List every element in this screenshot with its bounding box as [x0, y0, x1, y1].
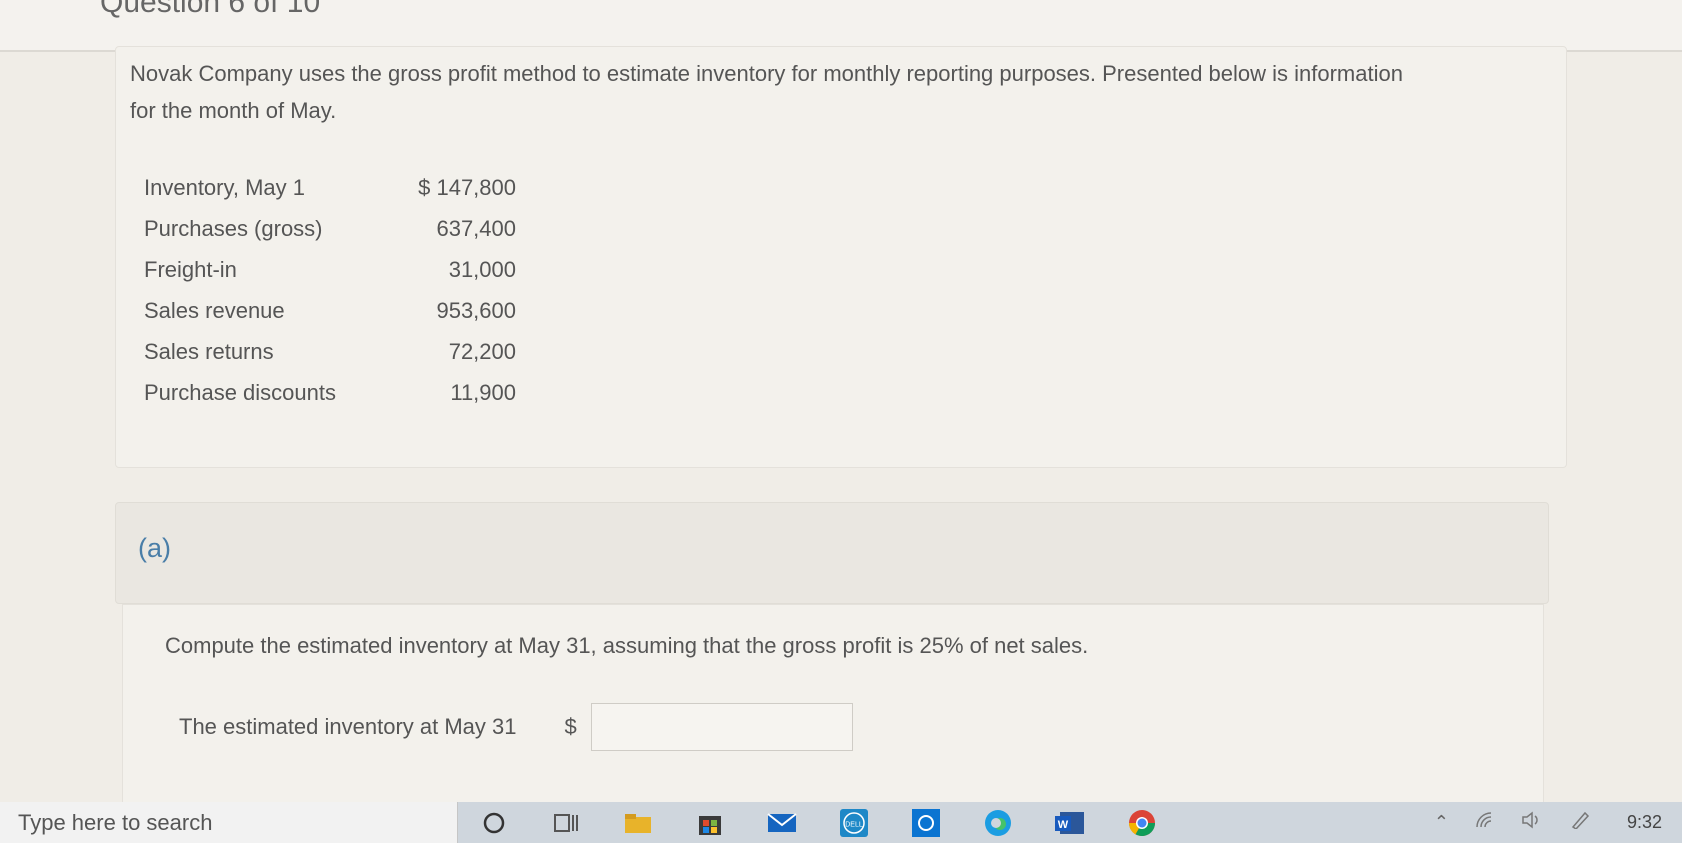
wifi-icon[interactable]: [1475, 811, 1495, 834]
row-label: Sales revenue: [144, 297, 285, 323]
problem-statement: Novak Company uses the gross profit meth…: [130, 61, 1403, 123]
row-label: Purchases (gross): [144, 215, 323, 241]
volume-icon[interactable]: [1521, 811, 1543, 834]
row-value: 637,400: [436, 215, 516, 241]
taskbar-search-placeholder: Type here to search: [18, 809, 213, 835]
table-row: Purchase discounts 11,900: [144, 372, 516, 413]
store-icon[interactable]: [694, 809, 726, 837]
row-label: Sales returns: [144, 338, 274, 364]
estimated-inventory-input[interactable]: [590, 703, 853, 751]
part-a-header: (a): [115, 502, 1549, 604]
question-header-bar: Question 6 of 10: [0, 0, 1682, 52]
table-row: Sales revenue 953,600: [144, 290, 516, 331]
dell-icon[interactable]: DELL: [838, 808, 870, 837]
taskbar: Type here to search DELL W ⌃ 9:32: [0, 802, 1682, 843]
part-a-body: Compute the estimated inventory at May 3…: [122, 604, 1544, 806]
chevron-up-icon[interactable]: ⌃: [1434, 812, 1449, 833]
mail-icon[interactable]: [766, 809, 798, 837]
answer-row: The estimated inventory at May 31 $: [179, 701, 853, 753]
row-value: 31,000: [448, 256, 516, 282]
row-value: 72,200: [448, 338, 516, 364]
cortana-app-icon[interactable]: [910, 808, 942, 837]
taskbar-search-box[interactable]: Type here to search: [0, 802, 458, 843]
word-icon[interactable]: W: [1054, 809, 1086, 837]
dell-icon-text: DELL: [845, 821, 863, 828]
file-explorer-icon[interactable]: [622, 809, 654, 837]
table-row: Inventory, May 1 $ 147,800: [144, 167, 516, 208]
row-value: 953,600: [436, 297, 516, 323]
pen-icon[interactable]: [1569, 811, 1591, 834]
system-tray: ⌃ 9:32: [1434, 811, 1682, 834]
table-row: Sales returns 72,200: [144, 331, 516, 372]
cortana-icon[interactable]: [478, 809, 510, 837]
taskbar-clock: 9:32: [1626, 812, 1662, 832]
chrome-icon[interactable]: [1126, 809, 1158, 837]
row-label: Freight-in: [144, 256, 237, 282]
part-a-label: (a): [138, 533, 171, 563]
currency-symbol: $: [564, 714, 577, 739]
row-value: $ 147,800: [418, 174, 516, 200]
row-value: 11,900: [450, 379, 516, 405]
word-icon-letter: W: [1058, 819, 1069, 831]
table-row: Freight-in 31,000: [144, 249, 516, 290]
edge-icon[interactable]: [982, 809, 1014, 837]
table-row: Purchases (gross) 637,400: [144, 208, 516, 249]
question-title: Question 6 of 10: [100, 0, 321, 19]
row-label: Inventory, May 1: [144, 174, 305, 200]
row-label: Purchase discounts: [144, 379, 336, 405]
part-a-question: Compute the estimated inventory at May 3…: [165, 633, 1089, 658]
answer-label: The estimated inventory at May 31: [179, 714, 517, 739]
inventory-data-table: Inventory, May 1 $ 147,800 Purchases (gr…: [144, 167, 516, 413]
task-view-icon[interactable]: [550, 809, 582, 837]
problem-intro-card: Novak Company uses the gross profit meth…: [115, 46, 1567, 468]
